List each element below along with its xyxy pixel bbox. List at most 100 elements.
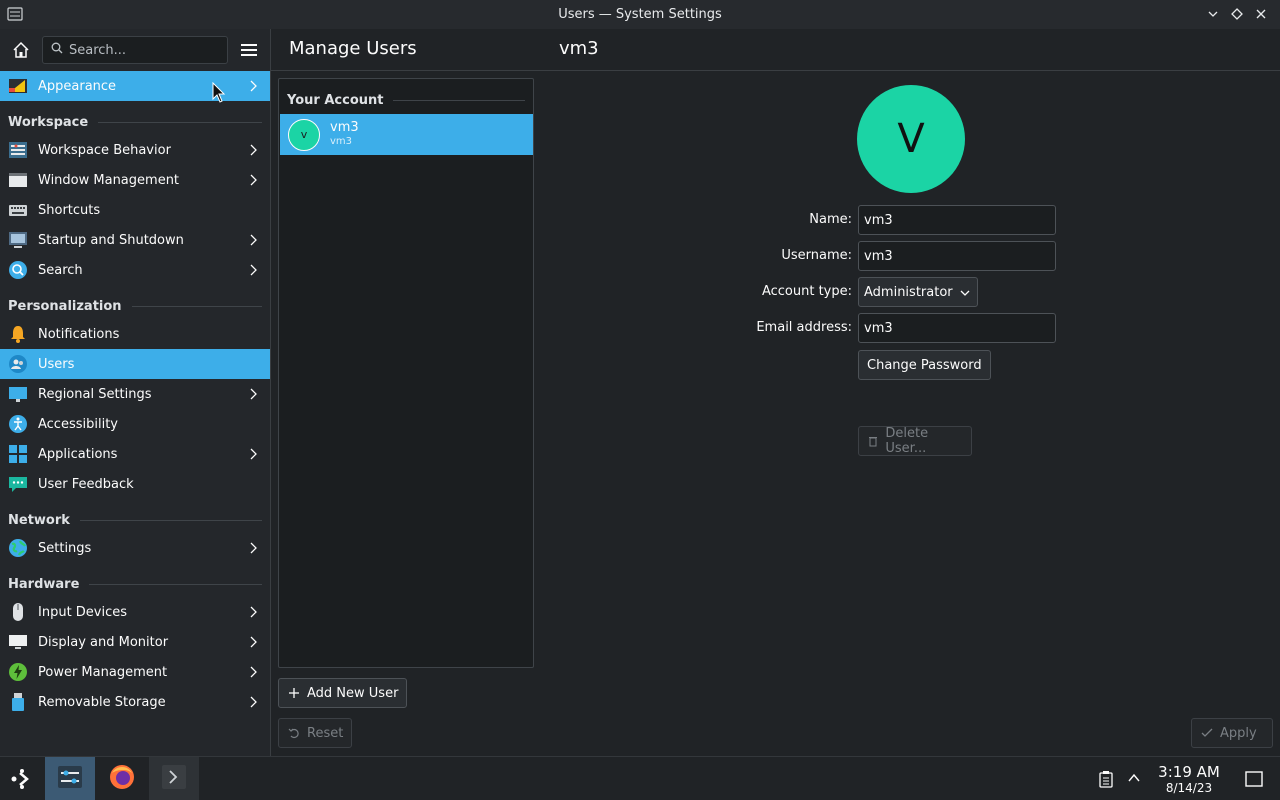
section-hardware: Hardware [8, 574, 262, 594]
sidebar-item-label: Accessibility [38, 416, 118, 432]
sidebar-item-label: Power Management [38, 664, 168, 680]
workspace-behavior-icon [8, 140, 28, 160]
sidebar-item-label: Settings [38, 540, 92, 556]
title-bar: Users — System Settings [0, 0, 1280, 29]
chevron-right-icon [246, 233, 260, 247]
user-feedback-icon [8, 474, 28, 494]
sidebar-item-startup-shutdown[interactable]: Startup and Shutdown [0, 225, 270, 255]
search-input[interactable] [69, 42, 219, 58]
sidebar-item-label: Search [38, 262, 83, 278]
taskbar: 3:19 AM 8/14/23 [0, 756, 1280, 800]
change-password-button[interactable]: Change Password [858, 350, 991, 380]
sidebar-item-label: Applications [38, 446, 118, 462]
chevron-up-icon[interactable] [1127, 772, 1141, 788]
home-icon[interactable] [8, 37, 34, 63]
sidebar-item-label: Notifications [38, 326, 120, 342]
globe-icon [8, 538, 28, 558]
username-label: Username: [781, 248, 852, 263]
search-icon [51, 42, 63, 58]
sidebar-item-user-feedback[interactable]: User Feedback [0, 469, 270, 499]
button-label: Delete User... [885, 426, 929, 456]
sidebar-item-network-settings[interactable]: Settings [0, 533, 270, 563]
search-field[interactable] [42, 36, 228, 64]
sidebar-item-users[interactable]: Users [0, 349, 270, 379]
system-settings-icon[interactable] [7, 6, 23, 22]
sidebar-item-search[interactable]: Search [0, 255, 270, 285]
sidebar-item-removable-storage[interactable]: Removable Storage [0, 687, 270, 717]
button-label: Reset [307, 725, 344, 741]
username-field[interactable] [858, 241, 1056, 271]
chevron-right-icon [246, 263, 260, 277]
sidebar-item-shortcuts[interactable]: Shortcuts [0, 195, 270, 225]
user-avatar[interactable]: V [857, 85, 965, 193]
taskbar-firefox[interactable] [97, 757, 147, 800]
users-icon [8, 354, 28, 374]
chevron-right-icon [246, 143, 260, 157]
mouse-cursor-icon [212, 82, 226, 103]
power-icon [8, 662, 28, 682]
maximize-icon[interactable] [1230, 6, 1244, 22]
sidebar-item-accessibility[interactable]: Accessibility [0, 409, 270, 439]
system-settings-icon [57, 764, 83, 794]
sidebar-item-label: Shortcuts [38, 202, 101, 218]
chevron-right-icon [246, 173, 260, 187]
usb-drive-icon [8, 692, 28, 712]
sidebar-item-applications[interactable]: Applications [0, 439, 270, 469]
reset-button[interactable]: Reset [278, 718, 353, 748]
sidebar-item-label: Users [38, 356, 75, 372]
sidebar-item-power-management[interactable]: Power Management [0, 657, 270, 687]
trash-icon [867, 434, 879, 448]
chevron-right-icon [246, 605, 260, 619]
avatar: v [288, 118, 320, 151]
clock[interactable]: 3:19 AM 8/14/23 [1150, 763, 1228, 795]
minimize-icon[interactable] [1206, 6, 1220, 22]
bell-icon [8, 324, 28, 344]
email-field[interactable] [858, 313, 1056, 343]
sidebar-item-display-monitor[interactable]: Display and Monitor [0, 627, 270, 657]
mouse-icon [8, 602, 28, 622]
page-title: Manage Users [289, 38, 417, 59]
sidebar-item-label: Regional Settings [38, 386, 152, 402]
apply-button[interactable]: Apply [1191, 718, 1273, 748]
application-launcher-icon[interactable] [0, 757, 44, 800]
show-desktop-icon[interactable] [1245, 771, 1263, 791]
sidebar-item-regional-settings[interactable]: Regional Settings [0, 379, 270, 409]
section-personalization: Personalization [8, 296, 262, 316]
delete-user-button[interactable]: Delete User... [858, 426, 972, 456]
startup-shutdown-icon [8, 230, 28, 250]
sidebar-item-label: User Feedback [38, 476, 134, 492]
email-label: Email address: [756, 320, 852, 335]
account-type-select[interactable]: Administrator [858, 277, 978, 307]
clipboard-icon[interactable] [1098, 770, 1114, 792]
close-icon[interactable] [1254, 6, 1268, 22]
chevron-right-icon [246, 447, 260, 461]
checkmark-icon [1200, 726, 1214, 740]
account-username: vm3 [330, 136, 353, 147]
button-label: Add New User [307, 685, 399, 701]
button-label: Apply [1220, 725, 1257, 741]
sidebar-item-notifications[interactable]: Notifications [0, 319, 270, 349]
sidebar-item-appearance[interactable]: Appearance [0, 71, 270, 101]
sidebar-item-input-devices[interactable]: Input Devices [0, 597, 270, 627]
account-list-item[interactable]: v vm3 vm3 [280, 114, 533, 155]
header-divider [271, 70, 1280, 71]
sidebar-item-workspace-behavior[interactable]: Workspace Behavior [0, 135, 270, 165]
section-label: Network [8, 512, 70, 528]
chevron-down-icon [959, 287, 971, 299]
sidebar-item-window-management[interactable]: Window Management [0, 165, 270, 195]
section-label: Workspace [8, 114, 89, 130]
sidebar: Appearance Workspace Workspace Behavior … [0, 29, 270, 756]
name-field[interactable] [858, 205, 1056, 235]
clock-date: 8/14/23 [1165, 781, 1213, 795]
hamburger-menu-icon[interactable] [236, 37, 262, 63]
sidebar-item-label: Input Devices [38, 604, 128, 620]
taskbar-system-settings[interactable] [45, 757, 95, 800]
monitor-icon [8, 632, 28, 652]
firefox-icon [108, 763, 136, 795]
button-label: Change Password [867, 357, 982, 373]
applications-icon [8, 444, 28, 464]
add-new-user-button[interactable]: Add New User [278, 678, 408, 708]
sidebar-item-label: Workspace Behavior [38, 142, 171, 158]
taskbar-terminal[interactable] [149, 757, 199, 800]
chevron-right-icon [246, 541, 260, 555]
